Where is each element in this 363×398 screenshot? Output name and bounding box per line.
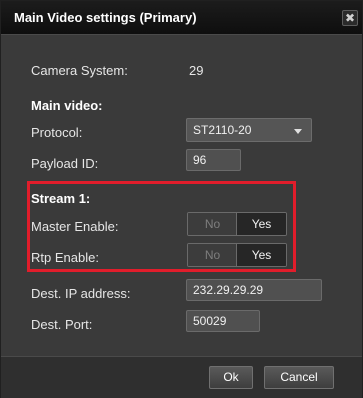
payload-id-label: Payload ID: [31, 156, 99, 171]
dest-ip-label: Dest. IP address: [31, 286, 131, 301]
rtp-enable-label: Rtp Enable: [31, 250, 99, 265]
close-icon[interactable]: ✖ [342, 10, 358, 26]
dest-port-value: 50029 [193, 314, 227, 328]
protocol-selected-value: ST2110-20 [193, 123, 252, 137]
camera-system-value: 29 [189, 63, 204, 78]
rtp-enable-toggle[interactable]: No Yes [187, 243, 287, 267]
dialog-titlebar[interactable]: Main Video settings (Primary) ✖ [1, 1, 362, 35]
payload-id-value: 96 [193, 153, 207, 167]
dialog-footer: Ok Cancel [1, 356, 362, 398]
master-enable-label: Master Enable: [31, 219, 119, 234]
dest-port-label: Dest. Port: [31, 317, 93, 332]
payload-id-field[interactable]: 96 [186, 149, 241, 171]
chevron-down-icon [294, 129, 302, 134]
dest-ip-value: 232.29.29.29 [193, 283, 264, 297]
rtp-enable-no-option[interactable]: No [188, 244, 237, 266]
master-enable-toggle[interactable]: No Yes [187, 212, 287, 236]
stream1-heading: Stream 1: [31, 191, 91, 206]
main-video-heading: Main video: [31, 98, 103, 113]
ok-button[interactable]: Ok [209, 366, 253, 389]
protocol-label: Protocol: [31, 125, 83, 140]
master-enable-yes-option[interactable]: Yes [236, 213, 286, 235]
dest-port-field[interactable]: 50029 [186, 310, 260, 332]
main-video-settings-dialog: Main Video settings (Primary) ✖ Camera S… [0, 0, 363, 398]
cancel-button[interactable]: Cancel [264, 366, 334, 389]
camera-system-label: Camera System: [31, 63, 128, 78]
dialog-title: Main Video settings (Primary) [14, 10, 197, 25]
master-enable-no-option[interactable]: No [188, 213, 237, 235]
rtp-enable-yes-option[interactable]: Yes [236, 244, 286, 266]
protocol-select[interactable]: ST2110-20 [186, 118, 312, 142]
dest-ip-field[interactable]: 232.29.29.29 [186, 279, 322, 301]
